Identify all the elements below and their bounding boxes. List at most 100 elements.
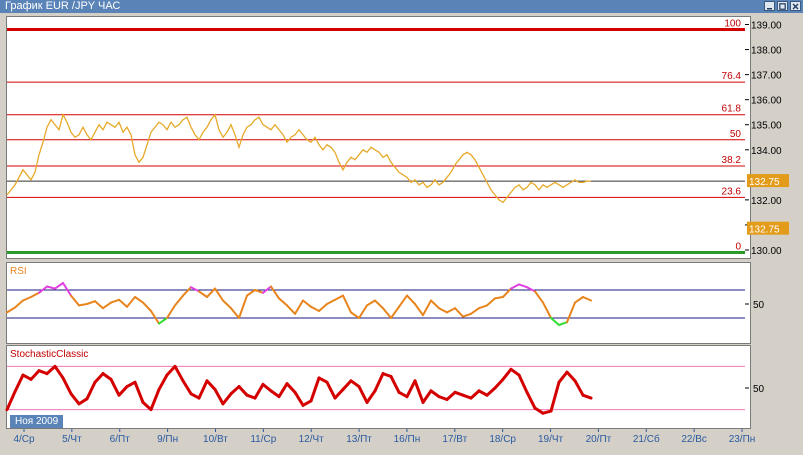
price-series-line [6, 112, 591, 204]
stochastic-segment [485, 386, 497, 397]
stochastic-segment [565, 370, 577, 383]
rsi-segment [78, 303, 88, 307]
stochastic-segment [525, 390, 537, 410]
stochastic-segment [557, 370, 569, 384]
rsi-segment [142, 301, 152, 312]
stochastic-segment [517, 373, 529, 394]
stochastic-segment [165, 364, 177, 377]
stochastic-segment [469, 389, 481, 400]
rsi-segment [6, 306, 16, 314]
fib-level-label: 76.4 [722, 71, 742, 82]
rsi-panel[interactable]: 50 RSI [6, 262, 765, 344]
rsi-segment [222, 299, 232, 310]
rsi-segment [534, 290, 544, 304]
stochastic-segment [13, 373, 25, 394]
stochastic-segment [181, 379, 193, 396]
rsi-segment [542, 301, 552, 319]
indicator-title: StochasticClassic [10, 349, 88, 360]
stochastic-panel[interactable]: 50 StochasticClassic [5, 345, 765, 429]
stochastic-segment [85, 380, 97, 401]
stochastic-segment [309, 376, 321, 403]
stochastic-segment [173, 364, 185, 383]
rsi-segment [350, 311, 360, 319]
date-tag: Ноя 2009 [10, 415, 64, 428]
x-tick-label: 5/Чт [62, 434, 82, 445]
stochastic-segment [93, 372, 105, 384]
stochastic-segment [205, 379, 217, 391]
stochastic-segment [365, 389, 377, 404]
rsi-segment [390, 305, 400, 319]
y-tick-label: 137.00 [751, 71, 782, 82]
stochastic-segment [253, 382, 265, 400]
rsi-segment [270, 285, 280, 300]
stochastic-segment [53, 364, 65, 380]
rsi-segment [366, 299, 376, 307]
rsi-segment [558, 321, 568, 326]
rsi-segment [382, 307, 392, 319]
close-button[interactable] [790, 1, 801, 11]
x-tick-label: 21/Сб [633, 433, 660, 445]
rsi-segment [294, 299, 304, 315]
rsi-segment [70, 294, 80, 307]
stochastic-segment [5, 390, 17, 412]
stochastic-segment [405, 379, 417, 399]
stochastic-segment [549, 380, 561, 413]
fib-level-label: 50 [730, 129, 742, 140]
rsi-segment [566, 301, 576, 324]
stochastic-segment [573, 379, 585, 397]
y-tick-label: 132.00 [751, 196, 782, 207]
x-tick-label: 12/Чт [299, 434, 325, 445]
close-icon [792, 3, 799, 9]
rsi-segment [238, 294, 248, 319]
rsi-segment [326, 298, 336, 305]
minimize-icon [767, 7, 772, 9]
x-tick-label: 19/Чт [538, 434, 564, 445]
x-tick-label: 16/Пн [394, 434, 421, 445]
stochastic-segment [285, 382, 297, 394]
stochastic-segment [261, 382, 273, 393]
rsi-segment [174, 294, 184, 307]
price-tag-label: 132.75 [749, 177, 780, 188]
bid-price-tag: 132.75 [747, 221, 789, 236]
stochastic-chart: 50 StochasticClassic [5, 349, 765, 415]
price-tag-label: 132.75 [749, 225, 780, 236]
rsi-segment [582, 296, 592, 302]
stochastic-segment [61, 376, 73, 396]
x-tick-label: 6/Пт [110, 434, 131, 445]
stochastic-segment [293, 390, 305, 407]
maximize-button[interactable] [777, 1, 788, 11]
current-price-tag: 132.75 [747, 174, 789, 188]
rsi-segment [126, 296, 136, 308]
rsi-segment [398, 294, 408, 308]
price-panel[interactable]: 100 76.4 61.8 50 38.2 23.6 0 139.00 138.00 137.00… [6, 16, 789, 259]
rsi-segment [406, 294, 416, 305]
stochastic-segment [325, 380, 337, 400]
x-tick-label: 13/Пт [346, 434, 372, 445]
rsi-segment [286, 304, 296, 315]
rsi-segment [246, 289, 256, 297]
rsi-segment [302, 299, 312, 308]
y-tick-label: 50 [753, 384, 765, 395]
rsi-segment [190, 286, 200, 293]
rsi-segment [518, 283, 528, 289]
rsi-segment [14, 299, 24, 309]
stochastic-segment [333, 387, 345, 400]
minimize-button[interactable] [764, 1, 775, 11]
y-tick-label: 134.00 [751, 146, 782, 157]
stochastic-segment [133, 380, 145, 404]
stochastic-segment [413, 379, 425, 404]
rsi-segment [94, 300, 104, 310]
stochastic-segment [501, 367, 513, 381]
fib-level-label: 0 [735, 241, 741, 252]
x-axis: 4/Ср 5/Чт 6/Пт 9/Пн 10/Вт 11/Ср 12/Чт 13/Пт 16/П… [13, 429, 755, 445]
y-tick-label: 50 [753, 300, 765, 311]
rsi-chart: 50 RSI [6, 266, 765, 326]
stochastic-segment [117, 385, 129, 397]
maximize-icon [779, 2, 786, 10]
rsi-segment [22, 296, 32, 302]
rsi-segment [526, 286, 536, 293]
rsi-segment [510, 283, 520, 290]
window-title: График EUR /JPY ЧАС [5, 0, 121, 12]
rsi-segment [198, 290, 208, 298]
stochastic-segment [445, 390, 457, 402]
